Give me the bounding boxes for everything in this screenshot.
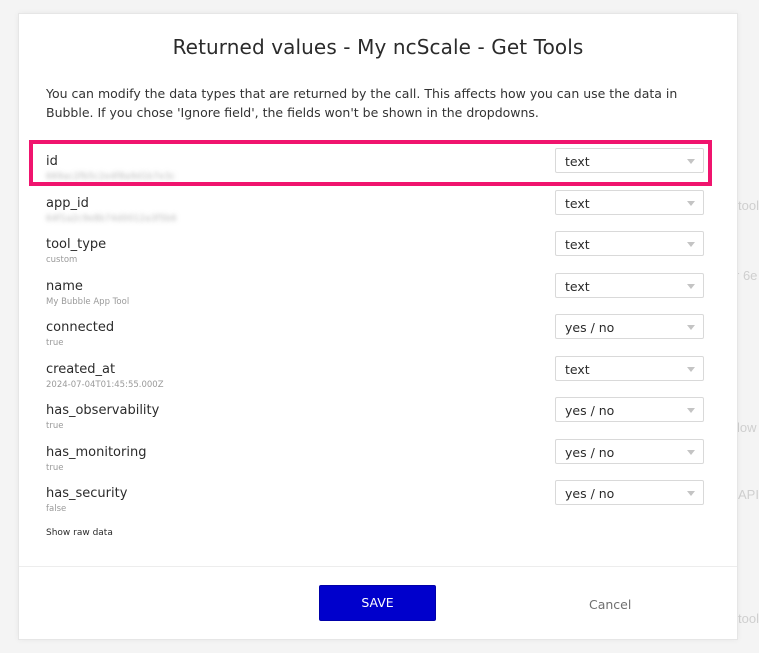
field-sample-value: false — [46, 504, 67, 514]
field-name: name — [46, 279, 83, 294]
field-name: connected — [46, 320, 115, 335]
chevron-down-icon — [687, 284, 695, 289]
background-hint-text: low — [737, 420, 757, 435]
field-sample-value: true — [46, 338, 64, 348]
field-row: created_at 2024-07-04T01:45:55.000Z text — [46, 356, 706, 394]
type-dropdown-value: yes / no — [565, 445, 615, 460]
cancel-button[interactable]: Cancel — [589, 597, 631, 612]
field-row: tool_typecustom text — [46, 231, 706, 269]
save-button[interactable]: SAVE — [319, 585, 436, 621]
type-dropdown-value: text — [565, 279, 590, 294]
type-dropdown[interactable]: yes / no — [555, 397, 704, 422]
field-name: has_observability — [46, 403, 160, 418]
type-dropdown-value: yes / no — [565, 486, 615, 501]
chevron-down-icon — [687, 450, 695, 455]
field-name: created_at — [46, 362, 116, 377]
type-dropdown-value: yes / no — [565, 403, 615, 418]
type-dropdown-value: text — [565, 362, 590, 377]
background-hint-text: r 6e — [735, 268, 758, 283]
modal-title: Returned values - My ncScale - Get Tools — [172, 35, 584, 59]
background-hint-text: tool — [738, 611, 759, 626]
show-raw-data-link[interactable]: Show raw data — [46, 528, 113, 538]
highlight-box — [29, 140, 712, 186]
chevron-down-icon — [687, 242, 695, 247]
field-row: connected true yes / no — [46, 314, 706, 352]
background-hint-text: tool — [738, 198, 759, 213]
type-dropdown-value: yes / no — [565, 320, 615, 335]
modal-description: You can modify the data types that are r… — [46, 86, 678, 120]
type-dropdown[interactable]: yes / no — [555, 480, 704, 505]
field-name: has_monitoring — [46, 445, 147, 460]
field-sample-value: custom — [46, 255, 78, 265]
field-name: has_security — [46, 486, 128, 501]
field-sample-value: 2024-07-04T01:45:55.000Z — [46, 380, 164, 390]
type-dropdown[interactable]: text — [555, 356, 704, 381]
chevron-down-icon — [687, 325, 695, 330]
field-row: has_securityfalse yes / no — [46, 480, 706, 518]
type-dropdown[interactable]: text — [555, 231, 704, 256]
type-dropdown-value: text — [565, 196, 590, 211]
field-sample-value: true — [46, 421, 64, 431]
type-dropdown-value: text — [565, 237, 590, 252]
chevron-down-icon — [687, 201, 695, 206]
field-name: app_id — [46, 196, 89, 211]
footer-divider — [19, 566, 737, 567]
field-sample-value: My Bubble App Tool — [46, 297, 130, 307]
chevron-down-icon — [687, 408, 695, 413]
field-row: app_id 64f1a2c9e8b74d0012a3f5b6 text — [46, 190, 706, 228]
chevron-down-icon — [687, 491, 695, 496]
field-row: name My Bubble App Tool text — [46, 273, 706, 311]
field-sample-value: 64f1a2c9e8b74d0012a3f5b6 — [46, 214, 177, 224]
type-dropdown[interactable]: text — [555, 190, 704, 215]
field-row: has_monitoringtrue yes / no — [46, 439, 706, 477]
chevron-down-icon — [687, 367, 695, 372]
field-row: has_observabilitytrue yes / no — [46, 397, 706, 435]
returned-values-modal: Returned values - My ncScale - Get Tools… — [18, 13, 738, 640]
type-dropdown[interactable]: text — [555, 273, 704, 298]
type-dropdown[interactable]: yes / no — [555, 314, 704, 339]
background-hint-text: API — [738, 487, 759, 502]
type-dropdown[interactable]: yes / no — [555, 439, 704, 464]
field-sample-value: true — [46, 463, 64, 473]
field-name: tool_type — [46, 237, 107, 252]
